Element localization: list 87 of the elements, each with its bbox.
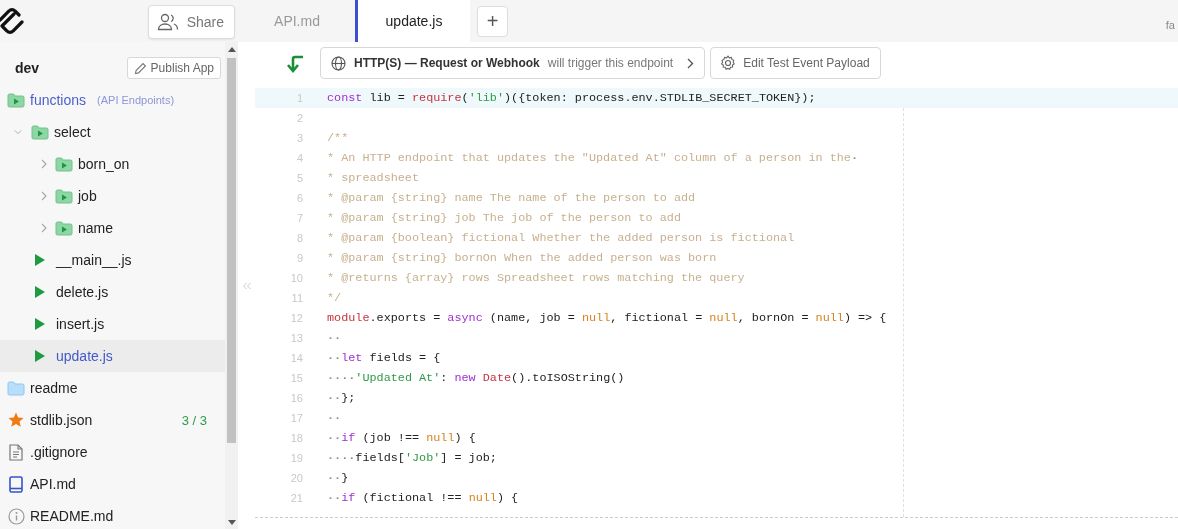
- code-line: ··};: [327, 391, 356, 405]
- file-name: stdlib.json: [30, 412, 93, 428]
- chevron-right-icon[interactable]: [40, 191, 48, 201]
- code-line: ··}: [327, 471, 349, 485]
- file-tree-item[interactable]: readme: [0, 372, 225, 404]
- code-line: * spreadsheet: [327, 171, 420, 185]
- count-label: 3 / 3: [181, 412, 207, 428]
- chevron-right-icon[interactable]: [40, 223, 48, 233]
- code-line: ··: [327, 411, 342, 425]
- settings-icon: [720, 55, 737, 71]
- endpoint-folder-icon: [55, 220, 73, 236]
- logo-icon[interactable]: [0, 6, 26, 36]
- code-line: * @param {string} bornOn When the added person was born: [327, 251, 717, 265]
- scroll-down-icon[interactable]: [227, 519, 236, 525]
- chevron-right-icon[interactable]: [40, 159, 48, 169]
- file-name: born_on: [78, 156, 130, 172]
- code-line: * An HTTP endpoint that updates the "Updated At" column of a person in the·: [327, 151, 858, 165]
- file-tree-item[interactable]: select: [0, 116, 225, 148]
- code-line: * @param {boolean} fictional Whether the added person is fictional: [327, 231, 795, 245]
- endpoint-folder-icon: [55, 156, 73, 172]
- file-name: .gitignore: [30, 444, 88, 460]
- code-line: ····'Updated At': new Date().toISOString(): [327, 371, 625, 385]
- edit-payload-button[interactable]: Edit Test Event Payload: [710, 47, 881, 79]
- file-name: API.md: [30, 476, 76, 492]
- code-line: ··: [327, 331, 342, 345]
- file-tree-item[interactable]: __main__.js: [0, 244, 225, 276]
- file-tree-item[interactable]: functions (API Endpoints): [0, 84, 225, 116]
- code-line: ····fields['Job'] = job;: [327, 451, 497, 465]
- play-icon: [35, 350, 45, 362]
- code-line: * @param {string} job The job of the person to add: [327, 211, 681, 225]
- folder-note: (API Endpoints): [97, 94, 175, 106]
- code-line: ··if (job !== null) {: [327, 431, 476, 445]
- file-tree-item[interactable]: README.md: [0, 500, 225, 529]
- chevron-right-icon: [687, 57, 695, 69]
- file-tree-item[interactable]: delete.js: [0, 276, 225, 308]
- new-tab-button[interactable]: +: [477, 5, 508, 37]
- environment-label: dev: [15, 60, 40, 76]
- file-name: README.md: [30, 508, 114, 524]
- turn-arrow-icon: [285, 53, 305, 73]
- file-name: name: [78, 220, 114, 236]
- code-line: * @returns {array} rows Spreadsheet rows matching the query: [327, 271, 745, 285]
- code-line: ··let fields = {: [327, 351, 441, 365]
- file-tree-item[interactable]: born_on: [0, 148, 225, 180]
- file-tree-item[interactable]: job: [0, 180, 225, 212]
- header-text: fa: [1165, 19, 1175, 31]
- scroll-up-icon[interactable]: [227, 46, 236, 52]
- endpoint-folder-icon: [55, 188, 73, 204]
- star-icon: [8, 412, 24, 428]
- play-icon: [35, 286, 45, 298]
- editor-tab[interactable]: update.js: [355, 0, 470, 42]
- info-icon: [7, 507, 25, 525]
- file-name: select: [54, 124, 91, 140]
- file-tree-item[interactable]: stdlib.json 3 / 3: [0, 404, 225, 436]
- folder-icon: [7, 380, 25, 396]
- document-icon: [9, 443, 23, 461]
- code-line: module.exports = async (name, job = null, fictional = null, bornOn = null) => {: [327, 311, 887, 325]
- users-icon: [156, 13, 179, 31]
- file-tree-item[interactable]: name: [0, 212, 225, 244]
- collapse-icon[interactable]: [241, 281, 252, 290]
- code-line: * @param {string} name The name of the person to add: [327, 191, 696, 205]
- file-tree-item[interactable]: .gitignore: [0, 436, 225, 468]
- trigger-button[interactable]: HTTP(S) — Request or Webhook will trigger this endpoint: [320, 47, 706, 79]
- endpoint-folder-icon: [31, 124, 49, 140]
- globe-icon: [331, 55, 346, 71]
- file-name: job: [78, 188, 97, 204]
- pencil-icon: [133, 61, 147, 75]
- chevron-down-icon[interactable]: [14, 127, 22, 137]
- publish-app-button[interactable]: Publish App: [126, 57, 221, 79]
- scrollbar[interactable]: [225, 42, 238, 529]
- file-tree-item[interactable]: update.js: [0, 340, 225, 372]
- play-icon: [35, 318, 45, 330]
- book-icon: [9, 475, 23, 493]
- code-line: /**: [327, 131, 349, 145]
- play-icon: [35, 254, 45, 266]
- file-name: __main__.js: [56, 252, 132, 268]
- file-tree-item[interactable]: API.md: [0, 468, 225, 500]
- file-tree-item[interactable]: insert.js: [0, 308, 225, 340]
- file-name: update.js: [56, 348, 113, 364]
- file-name: functions: [30, 92, 87, 108]
- code-line: const lib = require('lib')({token: process.env.STDLIB_SECRET_TOKEN});: [327, 91, 816, 105]
- file-name: delete.js: [56, 284, 109, 300]
- endpoint-folder-icon: [7, 92, 25, 108]
- file-name: insert.js: [56, 316, 105, 332]
- code-line: ··if (fictional !== null) {: [327, 491, 519, 505]
- share-button[interactable]: Share: [147, 5, 235, 39]
- code-line: */: [327, 291, 342, 305]
- file-name: readme: [30, 380, 78, 396]
